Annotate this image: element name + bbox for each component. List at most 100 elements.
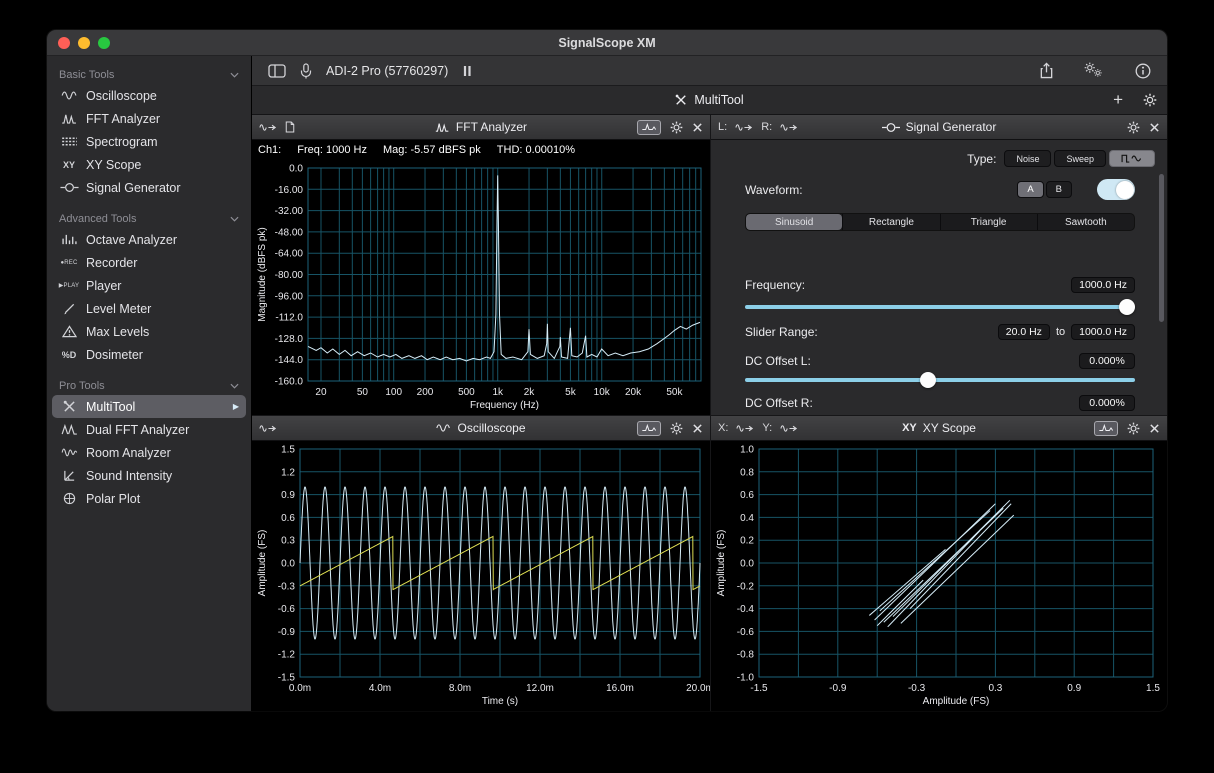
scrollbar[interactable] — [1159, 174, 1164, 322]
dual-fft-icon — [57, 424, 81, 435]
gear-icon[interactable] — [670, 422, 683, 435]
close-icon[interactable] — [692, 122, 703, 133]
svg-text:-64.00: -64.00 — [275, 249, 304, 260]
gear-icon[interactable] — [1143, 86, 1157, 114]
noise-button[interactable]: Noise — [1004, 150, 1051, 167]
gear-icon[interactable] — [1127, 121, 1140, 134]
fft-plot[interactable]: 0.0-16.00-32.00-48.00-64.00-80.00-96.00-… — [252, 160, 710, 415]
input-signal-icon[interactable] — [259, 122, 277, 133]
left-channel-signal-icon[interactable] — [735, 122, 753, 133]
x-channel-signal-icon[interactable] — [736, 423, 754, 434]
sidebar-item-oscilloscope[interactable]: Oscilloscope — [52, 84, 246, 107]
frequency-slider[interactable] — [745, 298, 1135, 315]
minimize-window-button[interactable] — [78, 37, 90, 49]
chart-display-button[interactable] — [1094, 421, 1118, 436]
close-icon[interactable] — [692, 423, 703, 434]
readout-channel: Ch1: — [258, 144, 281, 156]
svg-text:12.0m: 12.0m — [526, 683, 554, 694]
waveform-option-sawtooth[interactable]: Sawtooth — [1037, 214, 1134, 230]
svg-text:-16.00: -16.00 — [275, 185, 304, 196]
svg-text:-144.0: -144.0 — [275, 355, 304, 366]
channel-b-button[interactable]: B — [1046, 181, 1072, 198]
waveform-option-sinusoid[interactable]: Sinusoid — [746, 214, 842, 230]
dc-offset-l-slider[interactable] — [745, 371, 1135, 388]
sidebar-item-multitool[interactable]: MultiTool ▶ — [52, 395, 246, 418]
sidebar-item-label: Octave Analyzer — [86, 233, 177, 247]
sidebar-item-max-levels[interactable]: Max Levels — [52, 320, 246, 343]
svg-text:20k: 20k — [625, 387, 642, 398]
y-channel-signal-icon[interactable] — [780, 423, 798, 434]
frequency-slider-track[interactable] — [745, 305, 1135, 309]
close-window-button[interactable] — [58, 37, 70, 49]
close-icon[interactable] — [1149, 122, 1160, 133]
oscilloscope-plot[interactable]: 1.51.20.90.60.30.0-0.3-0.6-0.9-1.2-1.50.… — [252, 441, 710, 711]
right-channel-signal-icon[interactable] — [780, 122, 798, 133]
chart-display-button[interactable] — [637, 421, 661, 436]
dc-offset-l-field[interactable]: 0.000% — [1079, 353, 1135, 369]
sweep-button[interactable]: Sweep — [1054, 150, 1106, 167]
sidebar-item-recorder[interactable]: ●REC Recorder — [52, 251, 246, 274]
xy-plot[interactable]: 1.00.80.60.40.20.0-0.2-0.4-0.6-0.8-1.0-1… — [711, 441, 1167, 711]
close-icon[interactable] — [1149, 423, 1160, 434]
sidebar-item-signal-generator[interactable]: Signal Generator — [52, 176, 246, 199]
svg-text:20: 20 — [315, 387, 327, 398]
svg-text:1.0: 1.0 — [740, 445, 754, 456]
sidebar-item-sound-intensity[interactable]: Sound Intensity — [52, 464, 246, 487]
sidebar-item-player[interactable]: ▶PLAY Player — [52, 274, 246, 297]
sidebar-item-xy-scope[interactable]: XY XY Scope — [52, 153, 246, 176]
svg-text:0.0m: 0.0m — [289, 683, 311, 694]
svg-text:-96.00: -96.00 — [275, 291, 304, 302]
svg-text:8.0m: 8.0m — [449, 683, 471, 694]
gear-icon[interactable] — [670, 121, 683, 134]
svg-text:-1.0: -1.0 — [737, 673, 755, 684]
info-icon[interactable] — [1135, 63, 1151, 79]
frequency-slider-knob[interactable] — [1119, 299, 1135, 315]
to-label: to — [1056, 326, 1065, 338]
sine-wave-icon — [57, 90, 81, 101]
sidebar-item-dosimeter[interactable]: %D Dosimeter — [52, 343, 246, 366]
tab-multitool[interactable]: MultiTool — [675, 93, 743, 107]
dc-offset-r-label: DC Offset R: — [745, 396, 813, 410]
svg-text:-1.2: -1.2 — [278, 650, 296, 661]
settings-gears-icon[interactable] — [1084, 62, 1105, 79]
waveform-option-rectangle[interactable]: Rectangle — [842, 214, 939, 230]
svg-text:-0.6: -0.6 — [278, 604, 296, 615]
output-toggle[interactable] — [1097, 179, 1135, 200]
x-channel-label: X: — [718, 422, 728, 434]
input-signal-icon[interactable] — [259, 423, 277, 434]
frequency-value-field[interactable]: 1000.0 Hz — [1071, 277, 1135, 293]
dc-offset-l-slider-knob[interactable] — [920, 372, 936, 388]
sidebar-section-advanced-tools[interactable]: Advanced Tools — [47, 209, 251, 228]
sidebar-item-octave-analyzer[interactable]: Octave Analyzer — [52, 228, 246, 251]
dc-offset-r-field[interactable]: 0.000% — [1079, 395, 1135, 411]
sidebar-item-polar-plot[interactable]: Polar Plot — [52, 487, 246, 510]
add-tab-button[interactable]: + — [1113, 86, 1123, 114]
share-icon[interactable] — [1039, 62, 1054, 79]
sidebar-item-label: Max Levels — [86, 325, 149, 339]
slider-range-min-field[interactable]: 20.0 Hz — [998, 324, 1050, 340]
sidebar-item-dual-fft-analyzer[interactable]: Dual FFT Analyzer — [52, 418, 246, 441]
svg-text:5k: 5k — [565, 387, 577, 398]
waveform-type-button[interactable] — [1109, 150, 1155, 167]
snapshot-icon[interactable] — [285, 121, 295, 133]
chart-display-button[interactable] — [637, 120, 661, 135]
sidebar-item-fft-analyzer[interactable]: FFT Analyzer — [52, 107, 246, 130]
dc-offset-l-slider-track[interactable] — [745, 378, 1135, 382]
sidebar-item-spectrogram[interactable]: Spectrogram — [52, 130, 246, 153]
audio-device-selector[interactable]: ADI-2 Pro (57760297) — [326, 64, 448, 78]
sidebar-item-level-meter[interactable]: Level Meter — [52, 297, 246, 320]
waveform-option-triangle[interactable]: Triangle — [940, 214, 1037, 230]
gear-icon[interactable] — [1127, 422, 1140, 435]
sidebar-toggle-icon[interactable] — [268, 64, 286, 78]
slider-range-max-field[interactable]: 1000.0 Hz — [1071, 324, 1135, 340]
sidebar-section-pro-tools[interactable]: Pro Tools — [47, 376, 251, 395]
channel-a-button[interactable]: A — [1017, 181, 1043, 198]
zoom-window-button[interactable] — [98, 37, 110, 49]
sidebar-item-room-analyzer[interactable]: Room Analyzer — [52, 441, 246, 464]
titlebar: SignalScope XM — [47, 30, 1167, 56]
microphone-icon[interactable] — [300, 63, 312, 79]
readout-frequency: Freq: 1000 Hz — [297, 144, 367, 156]
pause-icon[interactable] — [462, 65, 472, 77]
toolbar: ADI-2 Pro (57760297) — [252, 56, 1167, 86]
sidebar-section-basic-tools[interactable]: Basic Tools — [47, 65, 251, 84]
